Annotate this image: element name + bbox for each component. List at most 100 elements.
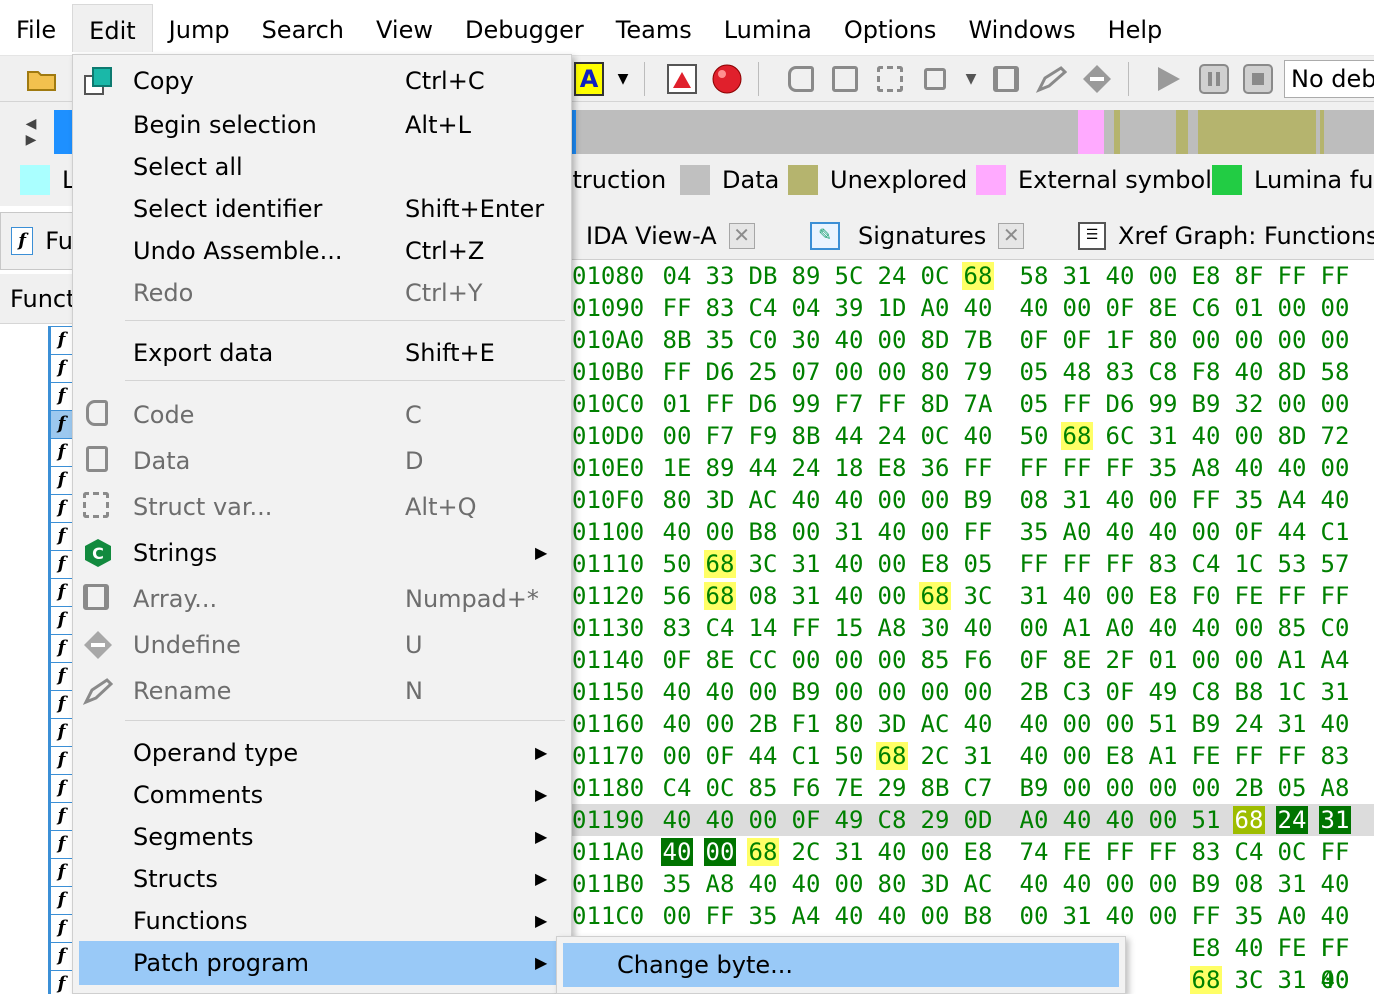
menu-help[interactable]: Help: [1092, 4, 1179, 52]
menu-item-begin-selection[interactable]: Begin selection Alt+L: [79, 103, 565, 147]
menu-item-code[interactable]: Code C: [79, 393, 565, 437]
hex-byte[interactable]: 40: [1104, 518, 1136, 546]
tab-functions[interactable]: f Fu: [0, 212, 74, 270]
function-icon[interactable]: f: [48, 382, 72, 410]
hex-byte[interactable]: 68: [962, 262, 994, 290]
hex-byte[interactable]: F6: [790, 774, 822, 802]
hex-byte[interactable]: 32: [1233, 390, 1265, 418]
hex-byte[interactable]: 40: [1233, 934, 1265, 962]
hex-byte[interactable]: 40: [876, 902, 908, 930]
menu-teams[interactable]: Teams: [600, 4, 708, 52]
chevron-down-icon[interactable]: ▼: [612, 62, 634, 96]
hex-byte[interactable]: 0C: [919, 422, 951, 450]
menu-file[interactable]: File: [0, 4, 72, 52]
hex-byte[interactable]: FF: [1276, 262, 1308, 290]
function-icon[interactable]: f: [48, 410, 72, 438]
menu-item-undo-assemble[interactable]: Undo Assemble... Ctrl+Z: [79, 229, 565, 273]
hex-byte[interactable]: FF: [1319, 934, 1351, 962]
hex-byte[interactable]: AC: [962, 870, 994, 898]
menu-options[interactable]: Options: [828, 4, 953, 52]
hex-row[interactable]: 01150 40 40 00 B9 00 00 00 00 2B C3 0F 49 C8 B8 1C 31: [556, 676, 1374, 708]
hex-byte[interactable]: 40: [962, 422, 994, 450]
hex-byte[interactable]: C4: [661, 774, 693, 802]
menu-item-select-all[interactable]: Select all: [79, 145, 565, 189]
hex-byte[interactable]: 68: [704, 582, 736, 610]
hex-byte[interactable]: 3C: [962, 582, 994, 610]
make-data-icon[interactable]: [830, 62, 860, 96]
hex-byte[interactable]: 40: [1233, 358, 1265, 386]
function-icon[interactable]: f: [48, 886, 72, 914]
hex-byte[interactable]: 00: [919, 678, 951, 706]
hex-byte[interactable]: 00: [1018, 902, 1050, 930]
close-icon[interactable]: ✕: [728, 223, 755, 249]
hex-byte[interactable]: 00: [1190, 774, 1222, 802]
hex-byte[interactable]: 18: [833, 454, 865, 482]
hex-byte[interactable]: FF: [1319, 838, 1351, 866]
hex-byte[interactable]: 40: [876, 518, 908, 546]
hex-byte[interactable]: C1: [1319, 518, 1351, 546]
hex-byte[interactable]: 00: [1018, 614, 1050, 642]
hex-byte[interactable]: 8D: [1276, 358, 1308, 386]
menu-item-segments[interactable]: Segments ▶: [79, 815, 565, 859]
hex-byte[interactable]: 40: [1319, 710, 1351, 738]
hex-byte[interactable]: 74: [1018, 838, 1050, 866]
hex-byte[interactable]: 00: [704, 518, 736, 546]
hex-byte[interactable]: 0F: [1104, 294, 1136, 322]
format-text-button[interactable]: A: [574, 62, 604, 96]
hex-byte[interactable]: 24: [790, 454, 822, 482]
hex-byte[interactable]: FF: [876, 390, 908, 418]
hex-byte[interactable]: 40: [833, 326, 865, 354]
hex-byte[interactable]: A0: [1276, 902, 1308, 930]
hex-byte[interactable]: 40: [1147, 614, 1179, 642]
hex-byte[interactable]: 50: [833, 742, 865, 770]
hex-byte[interactable]: F8: [1190, 358, 1222, 386]
hex-byte[interactable]: 31: [1061, 262, 1093, 290]
hex-row[interactable]: 01160 40 00 2B F1 80 3D AC 40 40 00 00 51 B9 24 31 40: [556, 708, 1374, 740]
menu-item-redo[interactable]: Redo Ctrl+Y: [79, 271, 565, 315]
hex-byte[interactable]: 00: [876, 358, 908, 386]
hex-byte[interactable]: 00: [790, 518, 822, 546]
hex-byte[interactable]: A4: [1319, 646, 1351, 674]
hex-byte[interactable]: 0F: [1104, 678, 1136, 706]
hex-byte[interactable]: FF: [1018, 454, 1050, 482]
hex-byte[interactable]: C0: [1319, 614, 1351, 642]
hex-byte[interactable]: 8E: [704, 646, 736, 674]
hex-byte[interactable]: 31: [1276, 966, 1308, 994]
hex-byte[interactable]: 25: [747, 358, 779, 386]
hex-byte[interactable]: 48: [1061, 358, 1093, 386]
hex-byte[interactable]: 00: [833, 870, 865, 898]
hex-byte[interactable]: 00: [876, 550, 908, 578]
function-icon[interactable]: f: [48, 466, 72, 494]
hex-byte[interactable]: 40: [1018, 742, 1050, 770]
hex-byte[interactable]: 00: [1061, 710, 1093, 738]
hex-byte[interactable]: 40: [962, 614, 994, 642]
hex-byte[interactable]: 85: [747, 774, 779, 802]
hex-byte[interactable]: AC: [747, 486, 779, 514]
hex-byte[interactable]: 01: [1147, 646, 1179, 674]
menu-item-strings[interactable]: C Strings ▶: [79, 531, 565, 575]
hex-byte[interactable]: 40: [747, 870, 779, 898]
hex-byte[interactable]: 00: [1104, 774, 1136, 802]
hex-byte[interactable]: FF: [661, 294, 693, 322]
hex-byte[interactable]: 00: [661, 742, 693, 770]
hex-row[interactable]: 011A0 40 00 68 2C 31 40 00 E8 74 FE FF FF 83 C4 0C FF: [556, 836, 1374, 868]
hex-byte[interactable]: 40: [833, 550, 865, 578]
hex-byte[interactable]: FF: [1104, 550, 1136, 578]
hex-byte[interactable]: 50: [661, 550, 693, 578]
hex-byte[interactable]: F1: [790, 710, 822, 738]
hex-byte[interactable]: 40: [1018, 710, 1050, 738]
hex-byte[interactable]: 08: [1018, 486, 1050, 514]
function-icon[interactable]: f: [48, 438, 72, 466]
hex-byte[interactable]: 40: [704, 678, 736, 706]
rename-icon[interactable]: [1034, 62, 1068, 96]
hex-byte[interactable]: 05: [1276, 774, 1308, 802]
hex-byte[interactable]: 40: [962, 294, 994, 322]
hex-row[interactable]: 01120 56 68 08 31 40 00 68 3C 31 40 00 E8 F0 FE FF FF: [556, 580, 1374, 612]
hex-byte[interactable]: C0: [747, 326, 779, 354]
hex-byte[interactable]: 85: [919, 646, 951, 674]
hex-byte[interactable]: 00: [1061, 294, 1093, 322]
hex-byte[interactable]: 00: [747, 678, 779, 706]
hex-byte[interactable]: 40: [1104, 806, 1136, 834]
hex-byte[interactable]: 80: [833, 710, 865, 738]
hex-row[interactable]: 01190 40 40 00 0F 49 C8 29 0D A0 40 40 00 51 68 24 31: [556, 804, 1374, 836]
